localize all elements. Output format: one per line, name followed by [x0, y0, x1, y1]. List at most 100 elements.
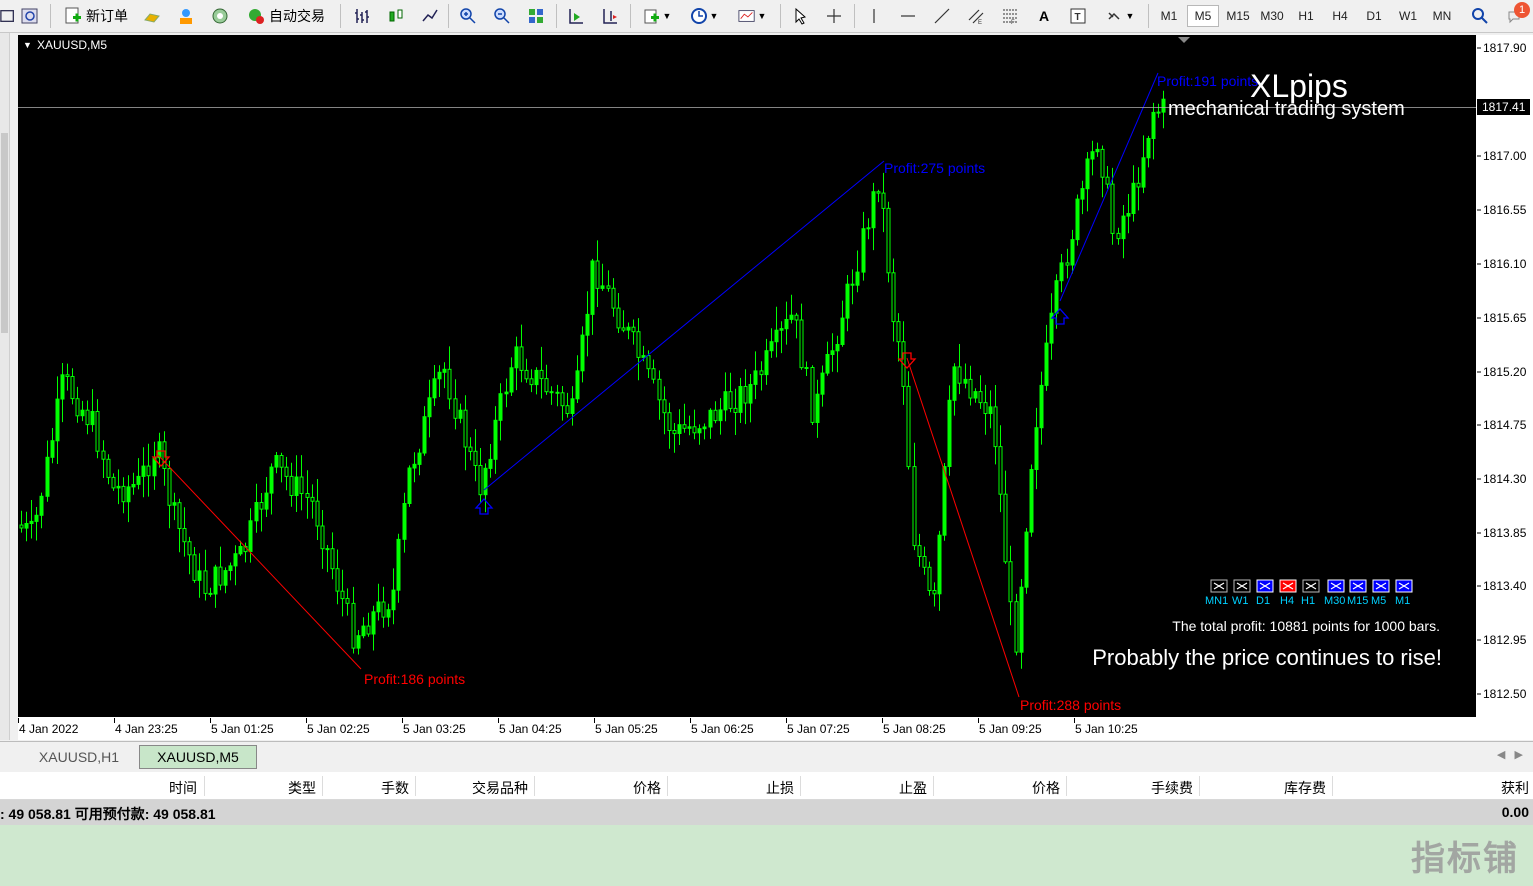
candle-body: [906, 385, 911, 468]
candle-body: [45, 456, 50, 497]
candle-body: [488, 458, 493, 469]
search-icon[interactable]: [1468, 4, 1492, 28]
column-time[interactable]: 时间: [169, 778, 197, 798]
horizontal-line-icon[interactable]: [896, 4, 920, 28]
candle-body: [682, 424, 687, 429]
timeframe-m15[interactable]: M15: [1222, 5, 1254, 27]
auto-scroll-icon[interactable]: [564, 4, 588, 28]
tile-windows-icon[interactable]: [524, 4, 548, 28]
timeframe-d1[interactable]: D1: [1358, 5, 1390, 27]
price-tick-label: 1816.10: [1483, 257, 1527, 271]
column-swap[interactable]: 库存费: [1284, 778, 1326, 798]
signal-timeframe-label: H1: [1301, 595, 1315, 607]
timeframe-w1[interactable]: W1: [1392, 5, 1424, 27]
price-chart[interactable]: 1817.41 1817.90 1817.00 1816.55 1816.10 1815…: [18, 35, 1533, 740]
candle-body: [886, 207, 891, 274]
gold-bars-icon[interactable]: [140, 4, 164, 28]
candle-body: [978, 391, 983, 404]
candle-body: [764, 350, 769, 376]
trendline-icon[interactable]: [930, 4, 954, 28]
column-type[interactable]: 类型: [288, 778, 316, 798]
channel-icon[interactable]: E: [964, 4, 988, 28]
zoom-in-icon[interactable]: [456, 4, 480, 28]
window-icon[interactable]: [0, 4, 16, 28]
fibonacci-icon[interactable]: F: [998, 4, 1022, 28]
bar-chart-icon[interactable]: [350, 4, 374, 28]
candle-body: [1003, 493, 1008, 563]
svg-text:T: T: [1075, 12, 1081, 23]
chart-window[interactable]: 1817.41 1817.90 1817.00 1816.55 1816.10 1815…: [18, 35, 1533, 740]
candle-body: [1146, 138, 1151, 159]
symbol-dropdown-icon[interactable]: ▼: [23, 40, 32, 50]
time-tick-label: 5 Jan 01:25: [211, 722, 274, 736]
symbol-label: XAUUSD,M5: [37, 38, 107, 52]
candle-body: [1095, 148, 1100, 153]
candle-body: [442, 368, 447, 373]
column-symbol[interactable]: 交易品种: [472, 778, 528, 798]
candle-body: [799, 319, 804, 369]
chart-shift-icon[interactable]: [598, 4, 622, 28]
time-tick-label: 5 Jan 06:25: [691, 722, 754, 736]
text-label-icon[interactable]: T: [1066, 4, 1090, 28]
timeframe-m1[interactable]: M1: [1154, 5, 1184, 27]
candle-body: [223, 570, 228, 586]
column-stop-loss[interactable]: 止损: [766, 778, 794, 798]
signals-icon[interactable]: [208, 4, 232, 28]
timeframe-m5[interactable]: M5: [1187, 5, 1219, 27]
column-current-price[interactable]: 价格: [1032, 778, 1060, 798]
candle-body: [835, 344, 840, 352]
candle-body: [896, 321, 901, 343]
experts-icon[interactable]: [174, 4, 198, 28]
column-profit[interactable]: 获利: [1501, 778, 1529, 798]
candle-body: [126, 486, 131, 503]
price-tick-label: 1813.85: [1483, 526, 1527, 540]
candle-body: [116, 485, 121, 489]
tab-xauusd-h1[interactable]: XAUUSD,H1: [20, 745, 138, 769]
vertical-line-icon[interactable]: [862, 4, 886, 28]
candle-body: [371, 611, 376, 635]
signal-timeframe-label: D1: [1256, 595, 1270, 607]
periods-dropdown[interactable]: ▼: [684, 4, 724, 28]
candle-body: [743, 386, 748, 404]
candle-body: [473, 450, 478, 466]
candle-body: [876, 191, 881, 194]
timeframe-h1[interactable]: H1: [1290, 5, 1322, 27]
timeframe-m30[interactable]: M30: [1256, 5, 1288, 27]
timeframe-mn[interactable]: MN: [1426, 5, 1458, 27]
candle-body: [672, 430, 677, 435]
candlestick-icon[interactable]: [384, 4, 408, 28]
time-tick-label: 5 Jan 05:25: [595, 722, 658, 736]
notifications-button[interactable]: 1: [1502, 2, 1530, 28]
column-price[interactable]: 价格: [633, 778, 661, 798]
line-chart-icon[interactable]: [418, 4, 442, 28]
tab-xauusd-m5[interactable]: XAUUSD,M5: [139, 745, 257, 769]
arrows-dropdown[interactable]: ▼: [1100, 4, 1140, 28]
vertical-scrollbar-thumb[interactable]: [1, 133, 8, 333]
candle-body: [789, 314, 794, 320]
timeframe-h4[interactable]: H4: [1324, 5, 1356, 27]
candle-body: [1161, 98, 1166, 113]
column-take-profit[interactable]: 止盈: [899, 778, 927, 798]
cursor-icon[interactable]: [788, 4, 812, 28]
candle-body: [1039, 384, 1044, 429]
column-volume[interactable]: 手数: [381, 778, 409, 798]
column-commission[interactable]: 手续费: [1151, 778, 1193, 798]
zoom-out-icon[interactable]: [490, 4, 514, 28]
templates-dropdown[interactable]: ▼: [732, 4, 772, 28]
zoom-chart-icon[interactable]: [18, 4, 42, 28]
candle-body: [208, 592, 213, 595]
tab-scroll-arrows[interactable]: ◀ ▶: [1497, 748, 1523, 761]
new-order-label: 新订单: [86, 8, 128, 24]
candle-body: [570, 398, 575, 414]
time-tick-label: 5 Jan 10:25: [1075, 722, 1138, 736]
candle-body: [146, 465, 151, 477]
crosshair-icon[interactable]: [822, 4, 846, 28]
candle-body: [932, 590, 937, 595]
indicators-dropdown[interactable]: ▼: [638, 4, 676, 28]
auto-trading-button[interactable]: 自动交易: [240, 4, 332, 28]
text-icon[interactable]: A: [1032, 4, 1056, 28]
new-order-button[interactable]: 新订单: [58, 4, 134, 28]
candle-body: [631, 326, 636, 333]
candle-body: [376, 601, 381, 613]
trade-table-header: 时间 类型 手数 交易品种 价格 止损 止盈 价格 手续费 库存费 获利: [0, 772, 1533, 800]
